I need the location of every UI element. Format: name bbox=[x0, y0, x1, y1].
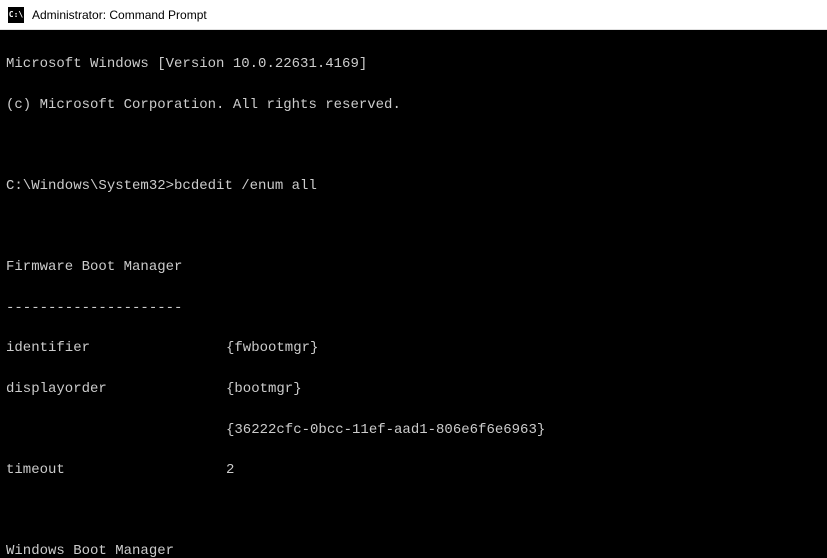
kv-row: displayorder{bootmgr} bbox=[6, 379, 821, 399]
command-text: bcdedit /enum all bbox=[174, 178, 317, 194]
section-title-firmware: Firmware Boot Manager bbox=[6, 257, 821, 277]
kv-val: 2 bbox=[226, 460, 234, 480]
cmd-icon: C:\ bbox=[8, 7, 24, 23]
prompt-path: C:\Windows\System32> bbox=[6, 178, 174, 194]
prompt-line: C:\Windows\System32>bcdedit /enum all bbox=[6, 176, 821, 196]
window-titlebar: C:\ Administrator: Command Prompt bbox=[0, 0, 827, 30]
version-line: Microsoft Windows [Version 10.0.22631.41… bbox=[6, 54, 821, 74]
section-divider: --------------------- bbox=[6, 298, 821, 318]
kv-row: identifier{fwbootmgr} bbox=[6, 338, 821, 358]
kv-val: {bootmgr} bbox=[226, 379, 302, 399]
window-title: Administrator: Command Prompt bbox=[32, 8, 207, 22]
blank-line bbox=[6, 135, 821, 155]
section-title-wbm: Windows Boot Manager bbox=[6, 541, 821, 558]
kv-key: displayorder bbox=[6, 379, 226, 399]
terminal-output[interactable]: Microsoft Windows [Version 10.0.22631.41… bbox=[0, 30, 827, 558]
cmd-icon-text: C:\ bbox=[9, 11, 23, 19]
kv-val: {fwbootmgr} bbox=[226, 338, 318, 358]
blank-line bbox=[6, 217, 821, 237]
copyright-line: (c) Microsoft Corporation. All rights re… bbox=[6, 95, 821, 115]
kv-key: identifier bbox=[6, 338, 226, 358]
kv-val-cont: {36222cfc-0bcc-11ef-aad1-806e6f6e6963} bbox=[226, 420, 821, 440]
kv-row: timeout2 bbox=[6, 460, 821, 480]
kv-key: timeout bbox=[6, 460, 226, 480]
blank-line bbox=[6, 501, 821, 521]
